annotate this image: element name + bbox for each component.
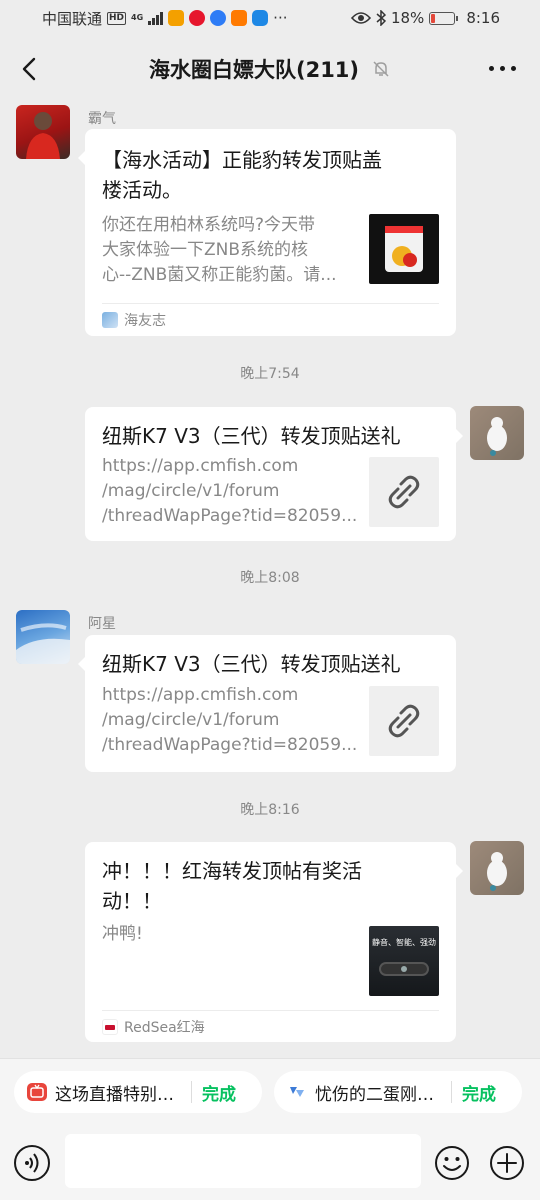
card-description: 你还在用柏林系统吗?今天带 大家体验一下ZNB系统的核 心--ZNB菌又称正能豹…: [102, 215, 337, 285]
status-right: 18% 8:16: [350, 9, 500, 27]
link-card[interactable]: 纽斯K7 V3（三代）转发顶贴送礼 https://app.cmfish.com…: [85, 407, 463, 541]
card-title-line: 楼活动。: [102, 178, 182, 202]
link-icon: [369, 457, 439, 527]
link-card[interactable]: 【海水活动】正能豹转发顶贴盖 楼活动。 你还在用柏林系统吗?今天带 大家体验一下…: [78, 129, 456, 336]
redsea-logo-icon: [102, 1019, 118, 1035]
link-card[interactable]: 纽斯K7 V3（三代）转发顶贴送礼 https://app.cmfish.com…: [78, 635, 456, 772]
status-bar: 中国联通 HD 4G ··· 18% 8:16: [0, 0, 540, 36]
plus-icon[interactable]: [489, 1145, 525, 1181]
chat-header: 海水圈白嫖大队(211): [0, 36, 540, 102]
quick-reply-text: 忧伤的二蛋刚刚分享了动态: [315, 1084, 443, 1105]
card-title: 纽斯K7 V3（三代）转发顶贴送礼: [102, 424, 401, 448]
mail-icon: [231, 10, 248, 26]
card-description: 冲鸭!: [102, 924, 143, 944]
battery-percent: 18%: [390, 9, 425, 27]
emoji-icon[interactable]: [434, 1145, 470, 1181]
app-notification-icon: [168, 10, 185, 26]
clock: 8:16: [466, 9, 500, 27]
sender-name: 阿星: [88, 616, 116, 632]
weibo-icon: [189, 10, 206, 26]
avatar-self[interactable]: [470, 841, 524, 895]
hd-icon: HD: [107, 11, 127, 25]
mute-bell-icon: [373, 61, 389, 77]
card-description: https://app.cmfish.com /mag/circle/v1/fo…: [102, 685, 358, 755]
quick-reply-share[interactable]: 忧伤的二蛋刚刚分享了动态 完成: [274, 1071, 522, 1113]
product-pump-image: 静音、智能、强劲: [369, 926, 439, 996]
card-title-line: 【海水活动】正能豹转发顶贴盖: [102, 148, 382, 172]
quick-reply-live[interactable]: 这场直播特别好看，快来！ 完成: [14, 1071, 262, 1113]
more-notifications: ···: [273, 9, 288, 27]
sender-name: 霸气: [88, 111, 116, 127]
live-tv-icon: [27, 1083, 47, 1101]
carrier-label: 中国联通: [42, 9, 103, 28]
source-logo-icon: [102, 312, 118, 328]
card-source: RedSea红海: [102, 1017, 205, 1037]
avatar-axing[interactable]: [16, 610, 70, 664]
avatar-self[interactable]: [470, 406, 524, 460]
timestamp: 晚上8:08: [240, 570, 300, 586]
card-title: 【海水活动】正能豹转发顶贴盖 楼活动。: [102, 145, 442, 205]
status-left: 中国联通 HD 4G ···: [42, 8, 287, 29]
thumb-caption: 静音、智能、强劲: [372, 938, 436, 947]
title-wrap: 海水圈白嫖大队(211): [0, 36, 540, 102]
share-app-icon: [287, 1083, 307, 1101]
done-button[interactable]: 完成: [202, 1080, 236, 1105]
card-source: 海友志: [102, 310, 166, 330]
chat-title[interactable]: 海水圈白嫖大队(211): [149, 54, 359, 84]
quick-reply-text: 这场直播特别好看，快来！: [55, 1084, 183, 1105]
message-list[interactable]: 霸气 【海水活动】正能豹转发顶贴盖 楼活动。 你还在用柏林系统吗?今天带 大家体…: [0, 102, 540, 1058]
source-name: RedSea红海: [124, 1020, 205, 1036]
voice-input-button[interactable]: [14, 1145, 50, 1181]
card-title: 纽斯K7 V3（三代）转发顶贴送礼: [102, 652, 401, 676]
link-icon: [369, 686, 439, 756]
network-label: 4G: [131, 13, 144, 22]
done-button[interactable]: 完成: [462, 1080, 496, 1105]
quick-reply-bar: 这场直播特别好看，快来！ 完成 忧伤的二蛋刚刚分享了动态 完成: [0, 1058, 540, 1124]
eye-icon: [350, 12, 371, 24]
product-bucket-image: [369, 214, 439, 284]
input-bar: [0, 1124, 540, 1200]
tips-icon: [252, 10, 269, 26]
timestamp: 晚上7:54: [240, 366, 300, 382]
card-title: 冲！！！红海转发顶帖有奖活 动！！: [102, 856, 442, 916]
pill-divider: [451, 1081, 452, 1103]
card-title-line: 冲！！！红海转发顶帖有奖活: [102, 859, 362, 883]
voice-wave-icon: [25, 1153, 39, 1173]
timestamp: 晚上8:16: [240, 802, 300, 818]
message-input[interactable]: [65, 1134, 421, 1188]
link-card[interactable]: 冲！！！红海转发顶帖有奖活 动！！ 冲鸭! 静音、智能、强劲 RedSea红海: [85, 842, 463, 1042]
signal-icon: [148, 11, 164, 25]
source-name: 海友志: [124, 313, 166, 329]
card-title-line: 动！！: [102, 889, 162, 913]
bluetooth-icon: [376, 10, 386, 26]
card-description: https://app.cmfish.com /mag/circle/v1/fo…: [102, 456, 358, 526]
battery-icon: [429, 11, 459, 25]
browser-icon: [210, 10, 227, 26]
more-dots-icon[interactable]: [489, 66, 516, 71]
pill-divider: [191, 1081, 192, 1103]
avatar-baqi[interactable]: [16, 105, 70, 159]
